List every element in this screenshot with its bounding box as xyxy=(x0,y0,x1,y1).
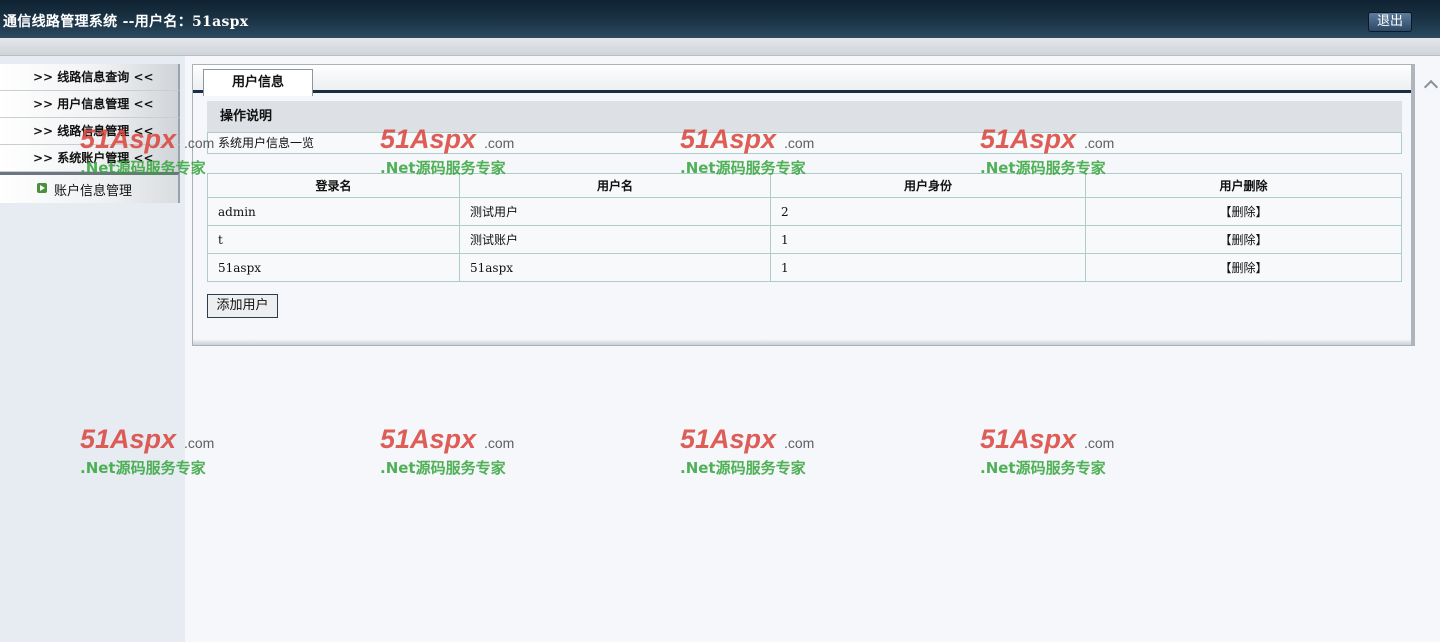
panel-bottom-edge xyxy=(193,339,1411,345)
user-table: 登录名 用户名 用户身份 用户删除 admin 测试用户 2 【删除】 t 测试… xyxy=(207,173,1402,282)
right-edge xyxy=(1420,56,1440,642)
cell-role: 1 xyxy=(770,225,1086,254)
table-row: 51aspx 51aspx 1 【删除】 xyxy=(207,253,1402,282)
app-title: 通信线路管理系统 --用户名：51aspx xyxy=(3,14,249,30)
tab-user-info[interactable]: 用户信息 xyxy=(203,69,313,96)
sidebar-item-account-manage[interactable]: >> 系统账户管理 << xyxy=(0,145,180,172)
logout-button[interactable]: 退出 xyxy=(1368,12,1412,32)
tab-strip: 用户信息 xyxy=(193,65,1411,96)
watermark-logo: 51Aspx .com .Net源码服务专家 xyxy=(680,422,820,482)
svg-text:.com: .com xyxy=(184,435,214,451)
delete-link[interactable]: 【删除】 xyxy=(1085,225,1402,254)
sidebar-subitem-account-info[interactable]: 账户信息管理 xyxy=(0,172,180,203)
table-header-row: 登录名 用户名 用户身份 用户删除 xyxy=(207,173,1402,198)
cell-login: admin xyxy=(207,197,460,226)
svg-text:.Net源码服务专家: .Net源码服务专家 xyxy=(980,459,1106,477)
sidebar-item-line-query[interactable]: >> 线路信息查询 << xyxy=(0,64,180,91)
sidebar-menu: >> 线路信息查询 << >> 用户信息管理 << >> 线路信息管理 << >… xyxy=(0,64,182,203)
sub-bar xyxy=(0,38,1440,56)
sidebar-item-user-info[interactable]: >> 用户信息管理 << xyxy=(0,91,180,118)
operation-description: 系统用户信息一览 xyxy=(207,132,1402,154)
cell-role: 1 xyxy=(770,253,1086,282)
svg-text:51Aspx: 51Aspx xyxy=(680,424,777,454)
cell-name: 测试用户 xyxy=(459,197,771,226)
column-header-name: 用户名 xyxy=(459,173,771,198)
column-header-delete: 用户删除 xyxy=(1085,173,1402,198)
cell-name: 51aspx xyxy=(459,253,771,282)
svg-text:51Aspx: 51Aspx xyxy=(380,424,477,454)
arrow-bullet-icon xyxy=(37,183,47,193)
delete-link[interactable]: 【删除】 xyxy=(1085,197,1402,226)
main-panel: 用户信息 操作说明 系统用户信息一览 登录名 用户名 用户身份 用户删除 adm… xyxy=(192,64,1415,346)
watermark-logo: 51Aspx .com .Net源码服务专家 xyxy=(380,422,520,482)
operation-title: 操作说明 xyxy=(207,101,1402,133)
svg-text:.Net源码服务专家: .Net源码服务专家 xyxy=(380,459,506,477)
top-bar: 通信线路管理系统 --用户名：51aspx 退出 xyxy=(0,0,1440,38)
cell-login: 51aspx xyxy=(207,253,460,282)
cell-name: 测试账户 xyxy=(459,225,771,254)
sidebar-item-line-manage[interactable]: >> 线路信息管理 << xyxy=(0,118,180,145)
svg-text:51Aspx: 51Aspx xyxy=(980,424,1077,454)
delete-link[interactable]: 【删除】 xyxy=(1085,253,1402,282)
cell-login: t xyxy=(207,225,460,254)
table-row: t 测试账户 1 【删除】 xyxy=(207,225,1402,254)
svg-text:.com: .com xyxy=(784,435,814,451)
svg-text:.com: .com xyxy=(484,435,514,451)
svg-text:.com: .com xyxy=(1084,435,1114,451)
column-header-role: 用户身份 xyxy=(770,173,1086,198)
sidebar-subitem-label: 账户信息管理 xyxy=(54,184,133,199)
add-user-button[interactable]: 添加用户 xyxy=(207,294,278,318)
cell-role: 2 xyxy=(770,197,1086,226)
column-header-login: 登录名 xyxy=(207,173,460,198)
watermark-logo: 51Aspx .com .Net源码服务专家 xyxy=(980,422,1120,482)
table-row: admin 测试用户 2 【删除】 xyxy=(207,197,1402,226)
svg-text:.Net源码服务专家: .Net源码服务专家 xyxy=(680,459,806,477)
